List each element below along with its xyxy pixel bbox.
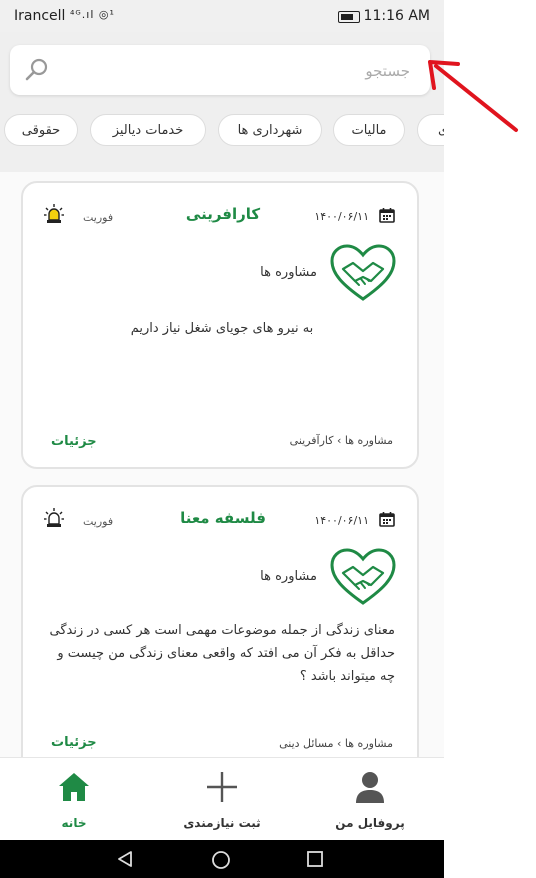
plus-icon <box>207 772 237 802</box>
chip-legal[interactable]: حقوقی <box>4 114 78 146</box>
nav-home[interactable]: خانه <box>0 758 148 841</box>
nav-profile-label: پروفایل من <box>335 816 405 830</box>
system-navigation-bar <box>0 840 444 878</box>
status-bar: Irancell ⁴ᴳ.ıl ◎¹ 11:16 AM <box>0 0 444 32</box>
recents-icon[interactable] <box>306 850 324 868</box>
card-description: معنای زندگی از جمله موضوعات مهمی است هر … <box>49 623 395 684</box>
person-icon <box>356 772 384 803</box>
app-screen: Irancell ⁴ᴳ.ıl ◎¹ 11:16 AM حقوقی خدمات د… <box>0 0 444 878</box>
chip-municipality[interactable]: شهرداری ها <box>218 114 322 146</box>
search-input[interactable] <box>68 57 412 85</box>
nav-profile[interactable]: پروفایل من <box>296 758 444 841</box>
card-description: به نیرو های جویای شغل نیاز داریم <box>130 321 314 336</box>
card-breadcrumb: مشاوره ها › مسائل دینی <box>279 737 393 750</box>
breadcrumb-parent: مشاوره ها <box>344 434 393 447</box>
battery-icon <box>338 11 360 23</box>
nav-add-request-label: ثبت نیازمندی <box>183 816 261 830</box>
details-link[interactable]: جزئیات <box>51 434 97 449</box>
breadcrumb-separator: › <box>337 434 342 447</box>
red-arrow-annotation <box>428 60 518 132</box>
clock: 11:16 AM <box>363 8 430 24</box>
signal-icons: ⁴ᴳ.ıl ◎¹ <box>70 8 115 21</box>
search-icon[interactable] <box>24 57 50 83</box>
calendar-icon <box>379 208 395 223</box>
urgent-label: فوریت <box>83 515 114 528</box>
category-chips: حقوقی خدمات دیالیز شهرداری ها مالیات ی <box>0 112 444 150</box>
home-circle-icon[interactable] <box>211 850 231 870</box>
details-link[interactable]: جزئیات <box>51 735 97 750</box>
home-icon <box>59 773 89 801</box>
card-title: کارافرینی <box>185 205 261 223</box>
card-breadcrumb: مشاوره ها › کارآفرینی <box>290 434 393 447</box>
nav-add-request[interactable]: ثبت نیازمندی <box>148 758 296 841</box>
request-card[interactable]: ۱۴۰۰/۰۶/۱۱ فلسفه معنا فوریت مشاوره ها مع… <box>21 485 419 757</box>
bottom-navigation: خانه ثبت نیازمندی پروفایل من <box>0 757 444 841</box>
request-card[interactable]: ۱۴۰۰/۰۶/۱۱ کارافرینی فوریت مشاوره ها به … <box>21 181 419 469</box>
calendar-icon <box>379 512 395 527</box>
siren-icon <box>44 204 64 223</box>
carrier-name: Irancell <box>14 8 66 24</box>
urgent-label: فوریت <box>83 211 114 224</box>
card-date: ۱۴۰۰/۰۶/۱۱ <box>314 514 369 527</box>
requests-feed: ۱۴۰۰/۰۶/۱۱ کارافرینی فوریت مشاوره ها به … <box>0 172 444 757</box>
breadcrumb-parent: مشاوره ها <box>344 737 393 750</box>
breadcrumb-child: کارآفرینی <box>289 434 334 447</box>
back-icon[interactable] <box>116 850 134 868</box>
heart-handshake-icon <box>330 244 396 301</box>
siren-icon <box>44 508 64 527</box>
card-category: مشاوره ها <box>260 265 317 280</box>
heart-handshake-icon <box>330 548 396 605</box>
card-category: مشاوره ها <box>260 569 317 584</box>
chip-tax[interactable]: مالیات <box>333 114 405 146</box>
card-date: ۱۴۰۰/۰۶/۱۱ <box>314 210 369 223</box>
card-title: فلسفه معنا <box>180 509 266 527</box>
nav-home-label: خانه <box>61 816 87 830</box>
chip-dialysis[interactable]: خدمات دیالیز <box>90 114 206 146</box>
breadcrumb-child: مسائل دینی <box>279 737 334 750</box>
breadcrumb-separator: › <box>337 737 342 750</box>
search-bar[interactable] <box>10 45 430 95</box>
